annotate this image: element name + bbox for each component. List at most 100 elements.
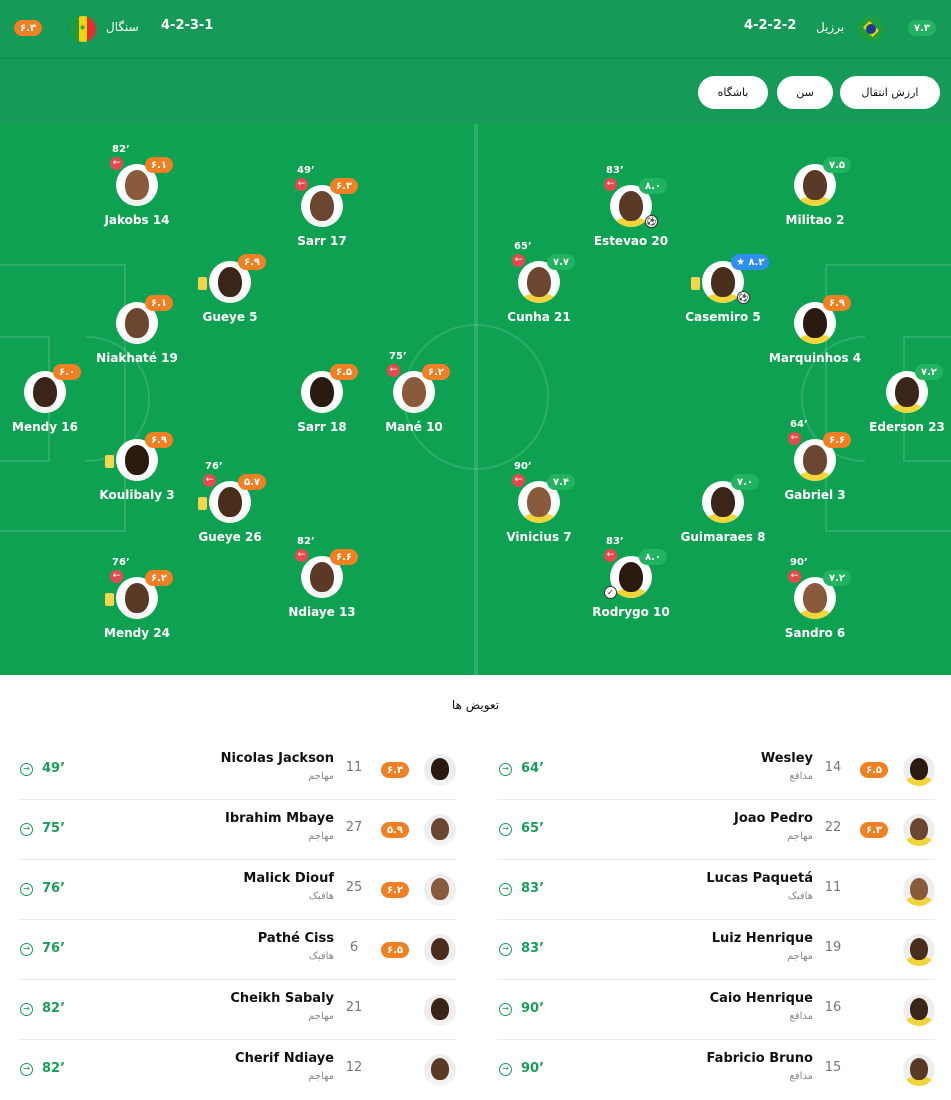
header-divider [0,58,951,59]
sub-in-minute: 76’ [42,881,66,896]
player-name: Gueye 26 [198,530,262,544]
substitute-number: 15 [824,1060,842,1075]
player-senegal[interactable]: ۶.۲ 76’ ← Mendy 24 [72,557,202,675]
player-face [431,758,449,780]
substitute-name: Lucas Paquetá [706,871,813,886]
substitute-name: Cheikh Sabaly [230,991,334,1006]
player-brazil[interactable]: ۷.۲ 90’ ← Sandro 6 [750,557,880,675]
player-face [310,377,334,407]
substitute-position: هافبک [308,891,334,902]
player-name: Mendy 16 [12,420,78,434]
substitute-number: 21 [345,1000,363,1015]
substitute-avatar [424,754,456,786]
substitute-name: Nicolas Jackson [220,751,334,766]
substitute-name: Cherif Ndiaye [235,1051,334,1066]
substitute-row[interactable]: → 82’ Cheikh Sabaly مهاجم 21 [18,980,456,1040]
player-brazil[interactable]: ۷.۴ 90’ ← Vinicius 7 [474,461,604,581]
sub-off-arrow-icon: ← [110,570,123,583]
player-name: Mendy 24 [104,626,170,640]
player-brazil[interactable]: ۷.۷ 65’ ← Cunha 21 [474,241,604,361]
player-rating: ۵.۷ [238,474,266,490]
player-name: Cunha 21 [507,310,571,324]
player-face [910,1058,928,1080]
player-senegal[interactable]: ۶.۶ 82’ ← Ndiaye 13 [257,536,387,656]
substitute-avatar [903,754,935,786]
player-senegal[interactable]: ۶.۳ 49’ ← Sarr 17 [257,165,387,285]
substitute-row[interactable]: → 90’ Fabricio Bruno مدافع 15 [497,1040,935,1100]
player-name: Mané 10 [385,420,443,434]
player-name: Rodrygo 10 [592,605,670,619]
player-rating: ★ ۸.۲ [731,254,770,270]
substitute-row[interactable]: → 83’ Lucas Paquetá هافبک 11 [497,860,935,920]
sub-in-arrow-icon: → [499,1003,512,1016]
substitute-avatar [903,874,935,906]
player-face [895,377,919,407]
substitute-row[interactable]: → 64’ Wesley مدافع 14 ۶.۵ [497,740,935,800]
substitute-position: مهاجم [787,951,813,962]
player-face [431,1058,449,1080]
filter-club-button[interactable]: باشگاه [698,76,768,109]
sub-off-minute: 83’ [606,165,624,176]
player-name: Vinicius 7 [506,530,572,544]
substitutes-title: تعویض ها [451,698,500,712]
player-senegal[interactable]: ۶.۱ 82’ ← Jakobs 14 [72,144,202,264]
player-face [711,267,735,297]
sub-in-arrow-icon: → [499,763,512,776]
player-name: Sarr 17 [297,234,347,248]
substitute-rating: ۶.۵ [381,942,409,958]
substitute-row[interactable]: → 49’ Nicolas Jackson مهاجم 11 ۶.۳ [18,740,456,800]
substitute-name: Fabricio Bruno [706,1051,813,1066]
substitute-number: 11 [345,760,363,775]
substitute-position: مدافع [789,1071,814,1082]
pitch: ۶.۰ Mendy 16 ۶.۲ 76’ ← Mendy 24 ۶.۹ Koulibaly 3… [0,124,951,675]
substitute-avatar [903,934,935,966]
player-face [431,818,449,840]
substitute-number: 27 [345,820,363,835]
sub-in-arrow-icon: → [20,943,33,956]
yellow-card-icon [198,497,207,510]
sub-in-arrow-icon: → [499,1063,512,1076]
senegal-team-rating: ۶.۳ [14,20,42,36]
player-face [218,267,242,297]
player-face [431,938,449,960]
substitute-position: مهاجم [787,831,813,842]
substitute-number: 19 [824,940,842,955]
sub-in-arrow-icon: → [20,763,33,776]
substitute-name: Ibrahim Mbaye [224,811,334,826]
sub-in-minute: 90’ [521,1061,545,1076]
substitute-position: هافبک [308,951,334,962]
substitute-row[interactable]: → 82’ Cherif Ndiaye مهاجم 12 [18,1040,456,1100]
sub-in-arrow-icon: → [499,943,512,956]
player-rating: ۷.۴ [547,474,575,490]
substitute-avatar [903,814,935,846]
player-brazil[interactable]: ۷.۵ Militao 2 [750,157,880,264]
sub-off-arrow-icon: ← [604,549,617,562]
player-face [218,487,242,517]
sub-in-minute: 82’ [42,1061,66,1076]
filter-transfer-value-button[interactable]: ارزش انتقال [840,76,940,109]
substitute-row[interactable]: → 83’ Luiz Henrique مهاجم 19 [497,920,935,980]
substitute-position: هافبک [787,891,813,902]
sub-off-minute: 90’ [790,557,808,568]
filter-age-button[interactable]: سن [777,76,833,109]
player-face [619,562,643,592]
sub-off-minute: 75’ [389,351,407,362]
substitute-row[interactable]: → 65’ Joao Pedro مهاجم 22 ۶.۳ [497,800,935,860]
player-name: Gueye 5 [202,310,258,324]
substitute-rating: ۶.۵ [860,762,888,778]
substitute-row[interactable]: → 90’ Caio Henrique مدافع 16 [497,980,935,1040]
match-header: ۷.۳ برزیل 4-2-2-2 ۶.۳ ★ سنگال 4-2-3-1 ار… [0,0,951,124]
substitute-row[interactable]: → 75’ Ibrahim Mbaye مهاجم 27 ۵.۹ [18,800,456,860]
substitute-number: 16 [824,1000,842,1015]
player-senegal[interactable]: ۶.۲ 75’ ← Mané 10 [349,351,479,471]
substitute-name: Pathé Ciss [257,931,334,946]
sub-in-arrow-icon: → [20,823,33,836]
player-rating: ۶.۶ [823,432,851,448]
player-rating: ۶.۲ [422,364,450,380]
substitute-row[interactable]: → 76’ Pathé Ciss هافبک 6 ۶.۵ [18,920,456,980]
player-face [619,191,643,221]
substitute-row[interactable]: → 76’ Malick Diouf هافبک 25 ۶.۲ [18,860,456,920]
player-face [431,998,449,1020]
sub-off-minute: 65’ [514,241,532,252]
sub-in-minute: 82’ [42,1001,66,1016]
